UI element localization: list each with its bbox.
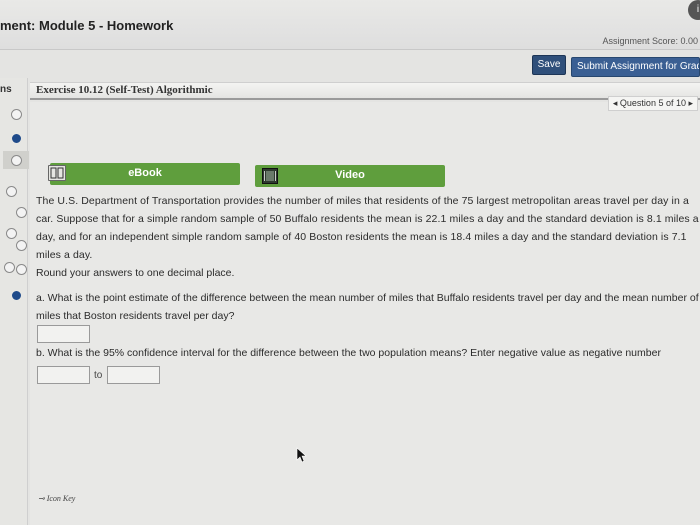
question-nav-dot[interactable]: [16, 240, 27, 251]
ci-upper-input[interactable]: [107, 366, 160, 384]
question-nav-dot[interactable]: [4, 262, 15, 273]
question-b: b. What is the 95% confidence interval f…: [36, 347, 661, 359]
key-icon: ⊸: [38, 494, 45, 503]
save-button[interactable]: Save: [532, 55, 566, 75]
book-icon: [50, 167, 64, 179]
video-button[interactable]: Video: [255, 165, 445, 187]
page-title: ment: Module 5 - Homework: [0, 18, 174, 33]
question-nav-dot[interactable]: [16, 207, 27, 218]
question-nav-dot[interactable]: [16, 264, 27, 275]
submit-assignment-button[interactable]: Submit Assignment for Grading: [571, 57, 700, 77]
question-nav-dot[interactable]: [11, 109, 22, 120]
ci-to-label: to: [94, 370, 103, 381]
ebook-button[interactable]: eBook: [50, 163, 240, 185]
question-navigator[interactable]: ◂ Question 5 of 10 ▸: [607, 96, 698, 111]
sidebar-tab-label[interactable]: ns: [0, 84, 12, 95]
question-nav-dot[interactable]: [12, 134, 21, 143]
question-sidebar: [0, 78, 28, 525]
assignment-score: Assignment Score: 0.00: [602, 36, 698, 46]
question-nav-dot[interactable]: [11, 155, 22, 166]
icon-key-link[interactable]: ⊸ Icon Key: [38, 494, 75, 503]
question-nav-dot[interactable]: [6, 186, 17, 197]
question-a: a. What is the point estimate of the dif…: [36, 292, 699, 322]
ci-lower-input[interactable]: [37, 366, 90, 384]
question-nav-dot[interactable]: [6, 228, 17, 239]
answer-a-input[interactable]: [37, 325, 90, 343]
problem-statement: The U.S. Department of Transportation pr…: [36, 195, 699, 261]
exercise-title: Exercise 10.12 (Self-Test) Algorithmic: [36, 84, 213, 96]
film-icon: [264, 171, 276, 181]
mouse-cursor-icon: [296, 447, 307, 463]
question-nav-dot[interactable]: [12, 291, 21, 300]
rounding-instruction: Round your answers to one decimal place.: [36, 267, 235, 279]
video-icon: [262, 168, 278, 184]
ebook-icon: [48, 165, 66, 181]
icon-key-label: Icon Key: [46, 494, 76, 503]
